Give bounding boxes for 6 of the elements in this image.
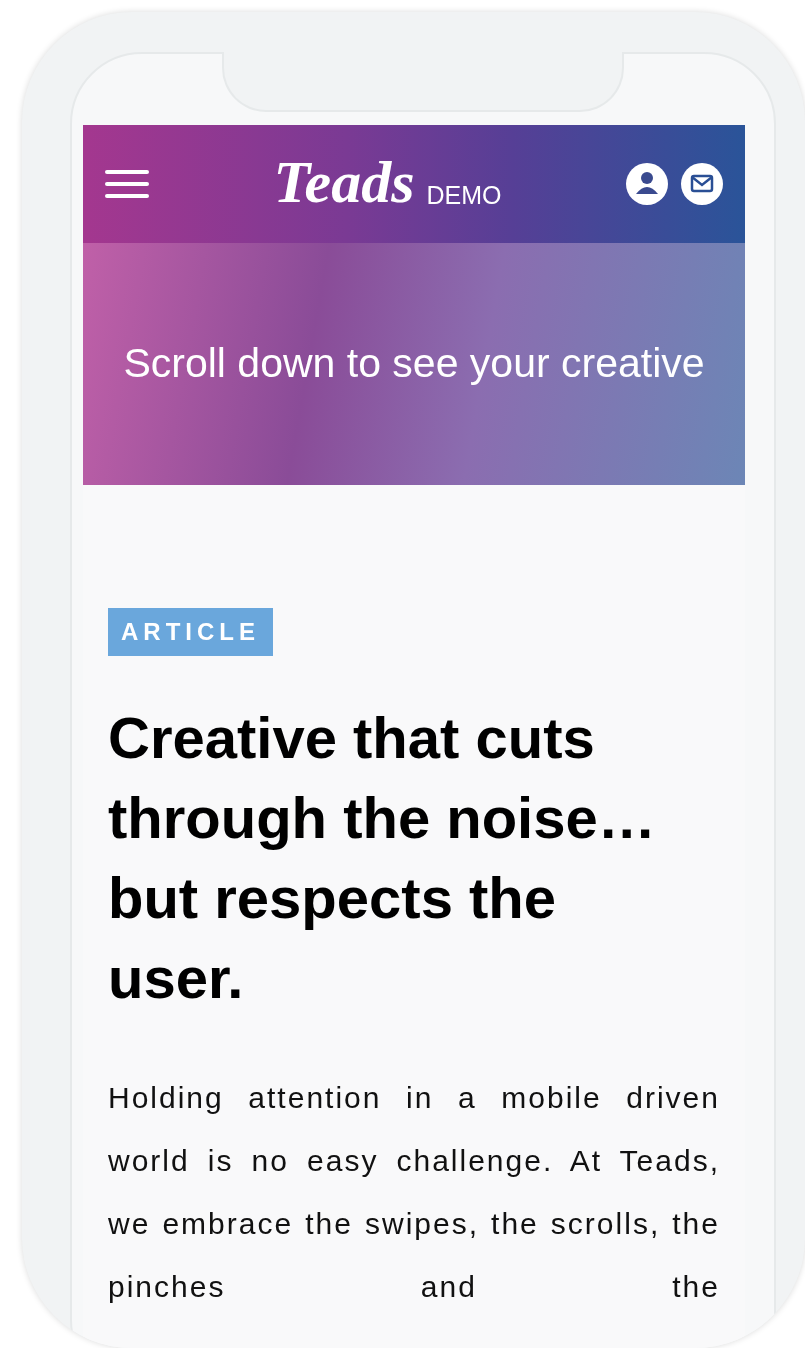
article-body: Holding attention in a mobile driven world is no easy challenge. At Teads, we embrace the swipes, the scrolls, the pinches and the [108,1080,720,1305]
hero-text: Scroll down to see your creative [123,339,705,389]
logo-suffix: DEMO [426,183,502,208]
logo[interactable]: Teads [273,152,415,212]
article-title: Creative that cuts through the noise… but respects the user. [108,704,657,1012]
category-label: ARTICLE [108,608,273,656]
